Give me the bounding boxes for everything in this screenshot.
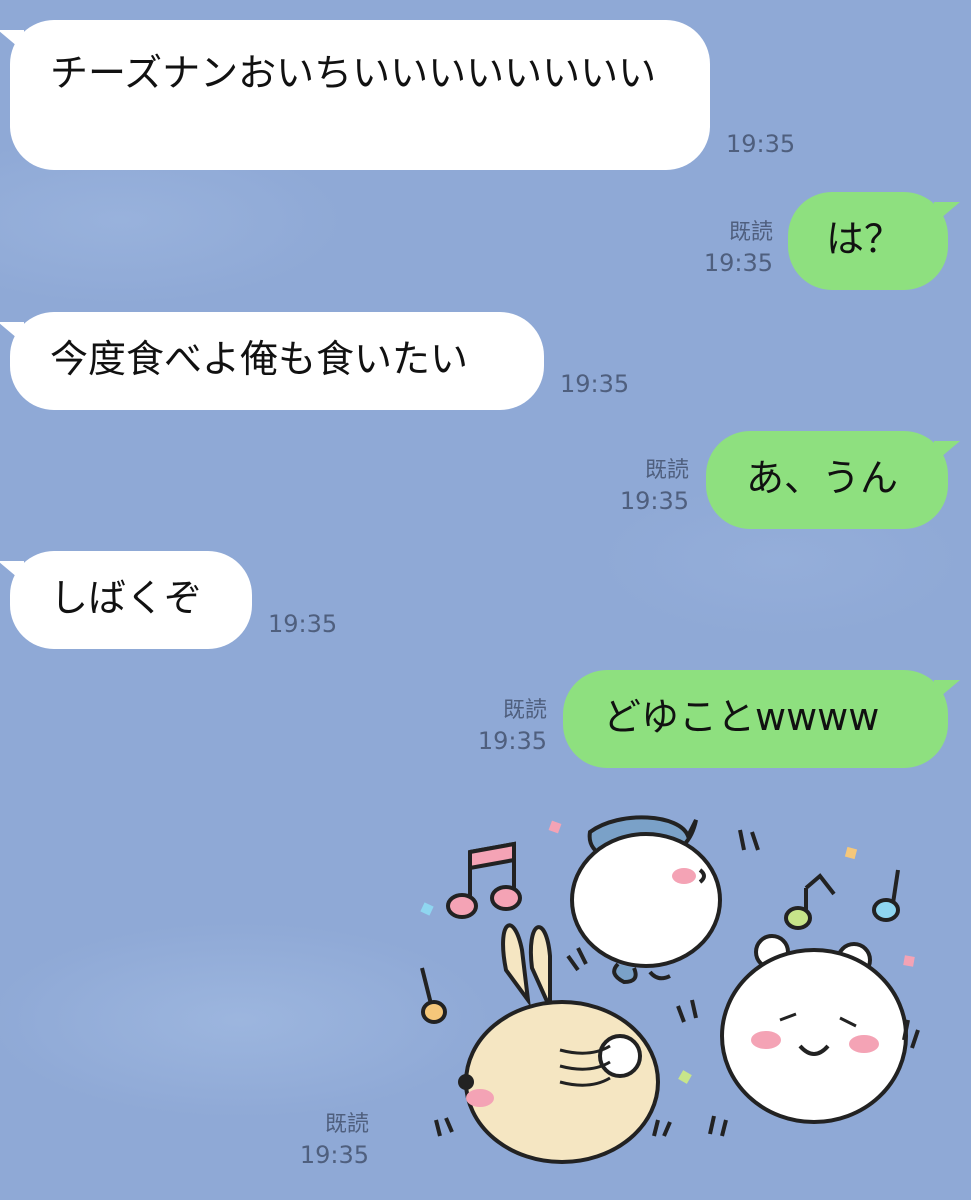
message-text: あ、うん xyxy=(746,456,899,500)
read-receipt: 既読 xyxy=(324,1112,369,1137)
bubble-tail xyxy=(934,441,960,463)
dancing-characters-sticker[interactable] xyxy=(410,800,950,1180)
message-meta: 既読 19:35 xyxy=(249,1110,369,1170)
music-note-icon xyxy=(446,841,522,919)
character-top xyxy=(570,815,722,985)
bubble-tail xyxy=(934,680,960,702)
confetti xyxy=(903,955,915,967)
message-time: 19:35 xyxy=(477,727,547,755)
message-time: 19:35 xyxy=(726,130,796,158)
message-text: チーズナンおいちいいいいいいいい xyxy=(50,51,657,95)
read-receipt: 既読 xyxy=(644,458,689,483)
message-time: 19:35 xyxy=(560,370,630,398)
message-meta: 既読 19:35 xyxy=(427,696,547,756)
outgoing-message-bubble[interactable]: は？ xyxy=(788,192,960,290)
bubble-tail xyxy=(0,30,24,52)
message-time: 19:35 xyxy=(703,249,773,277)
music-note-icon xyxy=(784,873,836,930)
bubble-tail xyxy=(0,322,24,344)
read-receipt: 既読 xyxy=(502,698,547,723)
confetti xyxy=(420,902,434,916)
music-note-icon xyxy=(420,967,447,1024)
outgoing-message-bubble[interactable]: あ、うん xyxy=(706,431,960,529)
message-time: 19:35 xyxy=(268,610,338,638)
confetti xyxy=(548,820,562,834)
message-meta: 既読 19:35 xyxy=(569,456,689,516)
incoming-message-bubble[interactable]: 今度食べよ俺も食いたい xyxy=(0,312,544,410)
bubble-tail xyxy=(934,202,960,224)
message-text: は？ xyxy=(826,217,903,261)
incoming-message-bubble[interactable]: しばくぞ xyxy=(0,551,252,649)
bubble-tail xyxy=(0,561,24,583)
message-time: 19:35 xyxy=(619,487,689,515)
incoming-message-bubble[interactable]: チーズナンおいちいいいいいいいい xyxy=(0,20,710,170)
message-time: 19:35 xyxy=(299,1141,369,1169)
message-meta: 既読 19:35 xyxy=(653,218,773,278)
confetti xyxy=(678,1070,692,1084)
outgoing-message-bubble[interactable]: どゆことwwww xyxy=(563,670,960,768)
message-text: しばくぞ xyxy=(50,576,203,620)
confetti xyxy=(844,846,858,860)
message-text: 今度食べよ俺も食いたい xyxy=(50,337,469,381)
message-text: どゆことwwww xyxy=(603,695,880,739)
character-bear xyxy=(720,934,908,1124)
read-receipt: 既読 xyxy=(728,220,773,245)
music-note-icon xyxy=(872,869,900,922)
